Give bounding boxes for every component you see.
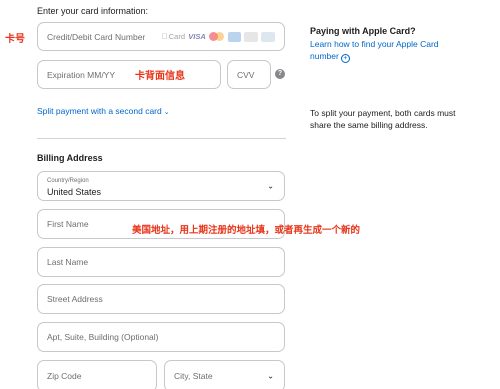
- apt-suite-field[interactable]: Apt, Suite, Building (Optional): [37, 322, 285, 352]
- annotation-address-hint: 美国地址，用上期注册的地址填，或者再生成一个新的: [132, 225, 361, 236]
- city-state-select[interactable]: City, State ⌄: [164, 360, 285, 389]
- card-info-intro: Enter your card information:: [37, 6, 149, 16]
- expiration-placeholder: Expiration MM/YY: [47, 69, 116, 80]
- card-number-field[interactable]: Credit/Debit Card Number Card VISA: [37, 22, 285, 51]
- expiration-field[interactable]: Expiration MM/YY: [37, 60, 221, 89]
- street-address-field[interactable]: Street Address: [37, 284, 285, 314]
- city-state-placeholder: City, State: [174, 371, 213, 381]
- section-divider: [37, 138, 286, 139]
- card-brand-logos: Card VISA: [162, 31, 275, 42]
- split-payment-link[interactable]: Split payment with a second card ⌄: [37, 106, 170, 116]
- apple-card-link[interactable]: Learn how to find your Apple Card number…: [310, 38, 460, 63]
- chevron-down-icon: ⌄: [267, 371, 274, 381]
- discover-logo-icon: [244, 31, 258, 42]
- first-name-placeholder: First Name: [47, 219, 89, 229]
- apple-card-title: Paying with Apple Card?: [310, 26, 416, 36]
- country-label: Country/Region: [47, 178, 89, 184]
- apple-card-logo-icon: Card: [162, 32, 185, 41]
- annotation-card-number: 卡号: [5, 34, 25, 45]
- zip-code-field[interactable]: Zip Code: [37, 360, 157, 389]
- split-payment-label: Split payment with a second card: [37, 106, 162, 116]
- annotation-card-back: 卡背面信息: [135, 71, 185, 82]
- apt-suite-placeholder: Apt, Suite, Building (Optional): [47, 332, 159, 342]
- split-payment-note: To split your payment, both cards must s…: [310, 108, 456, 130]
- apple-card-link-label: Learn how to find your Apple Card number: [310, 39, 439, 61]
- visa-logo-icon: VISA: [188, 32, 206, 41]
- mastercard-logo-icon: [209, 32, 225, 42]
- street-address-placeholder: Street Address: [47, 294, 103, 304]
- zip-code-placeholder: Zip Code: [47, 371, 82, 381]
- country-value: United States: [47, 187, 102, 197]
- cvv-field[interactable]: CVV: [227, 60, 271, 89]
- card-number-placeholder: Credit/Debit Card Number: [47, 31, 146, 42]
- chevron-down-icon: ⌄: [163, 109, 170, 116]
- country-select[interactable]: Country/Region United States ⌄: [37, 171, 285, 201]
- plus-circle-icon: +: [340, 54, 350, 63]
- chevron-down-icon: ⌄: [267, 181, 274, 191]
- billing-address-title: Billing Address: [37, 153, 103, 163]
- cvv-placeholder: CVV: [237, 69, 255, 80]
- amex-logo-icon: [228, 31, 241, 42]
- last-name-field[interactable]: Last Name: [37, 247, 285, 277]
- jcb-logo-icon: [261, 31, 275, 42]
- last-name-placeholder: Last Name: [47, 257, 89, 267]
- info-icon[interactable]: ?: [275, 69, 285, 79]
